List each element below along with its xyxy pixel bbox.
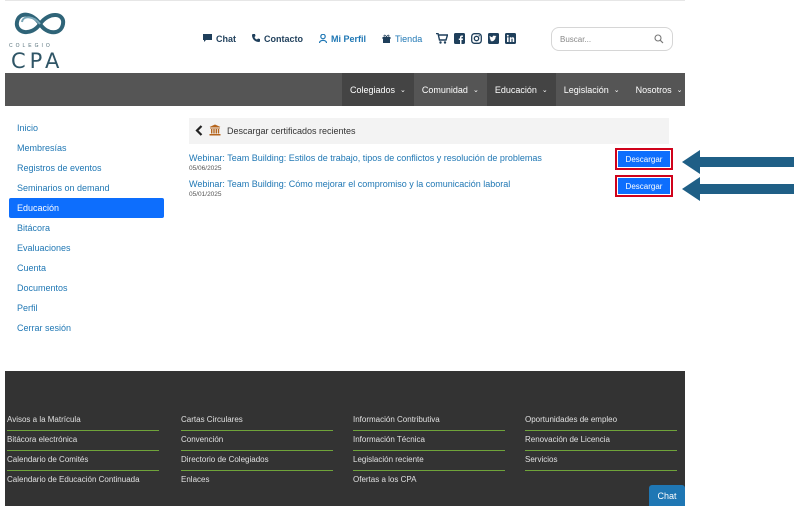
footer-link[interactable]: Legislación reciente (353, 451, 505, 471)
certificate-title-link[interactable]: Webinar: Team Building: Cómo mejorar el … (189, 179, 510, 189)
download-button[interactable]: Descargar (618, 178, 670, 194)
certificates-panel: Descargar certificados recientes Webinar… (189, 118, 673, 202)
cart-icon[interactable] (436, 32, 449, 46)
search-box (551, 27, 673, 51)
arrow-left-icon (682, 177, 794, 201)
download-button-highlight: Descargar (615, 148, 673, 170)
footer-link[interactable]: Avisos a la Matrícula (7, 411, 159, 431)
sidebar: Inicio Membresías Registros de eventos S… (9, 118, 164, 338)
arrow-left-icon (682, 150, 794, 174)
nav-nosotros[interactable]: Nosotros ⌄ (628, 73, 691, 106)
footer-link[interactable]: Cartas Circulares (181, 411, 333, 431)
sidebar-item-cerrar-sesion[interactable]: Cerrar sesión (9, 318, 164, 338)
footer-column: Cartas Circulares Convención Directorio … (181, 411, 333, 491)
sidebar-item-documentos[interactable]: Documentos (9, 278, 164, 298)
logo-infinity-icon (14, 12, 66, 35)
footer-link[interactable]: Ofertas a los CPA (353, 471, 505, 491)
footer-link[interactable]: Información Técnica (353, 431, 505, 451)
phone-icon (252, 34, 260, 44)
footer-link[interactable]: Convención (181, 431, 333, 451)
contacto-link-label: Contacto (264, 34, 303, 44)
instagram-icon[interactable] (471, 32, 483, 46)
mi-perfil-link[interactable]: Mi Perfil (318, 33, 367, 45)
footer-link[interactable]: Enlaces (181, 471, 333, 491)
chat-bubble-icon (203, 34, 212, 44)
sidebar-item-inicio[interactable]: Inicio (9, 118, 164, 138)
nav-colegiados-label: Colegiados (350, 84, 396, 95)
download-button[interactable]: Descargar (618, 151, 670, 167)
search-input[interactable] (560, 33, 650, 46)
footer-link[interactable]: Información Contributiva (353, 411, 505, 431)
user-icon (318, 33, 328, 45)
footer-link[interactable]: Bitácora electrónica (7, 431, 159, 451)
nav-nosotros-label: Nosotros (635, 84, 672, 95)
nav-legislacion-label: Legislación (563, 84, 609, 95)
page: COLEGIO CPA Chat Contacto Mi Perfil Tien… (5, 0, 685, 506)
chevron-down-icon: ⌄ (541, 86, 548, 94)
institution-icon (209, 124, 221, 138)
certificate-title-link[interactable]: Webinar: Team Building: Estilos de traba… (189, 153, 542, 163)
chat-link-label: Chat (216, 34, 236, 44)
footer-column: Avisos a la Matrícula Bitácora electróni… (7, 411, 159, 491)
contacto-link[interactable]: Contacto (252, 34, 303, 44)
nav-educacion-label: Educación (494, 84, 537, 95)
logo-title: CPA (11, 49, 64, 73)
sidebar-item-seminarios-on-demand[interactable]: Seminarios on demand (9, 178, 164, 198)
nav-legislacion[interactable]: Legislación ⌄ (556, 73, 628, 106)
back-chevron-icon[interactable] (195, 123, 203, 139)
footer-column: Información Contributiva Información Téc… (353, 411, 505, 491)
sidebar-item-perfil[interactable]: Perfil (9, 298, 164, 318)
social-links (436, 32, 522, 46)
sidebar-item-evaluaciones[interactable]: Evaluaciones (9, 238, 164, 258)
list-item: Webinar: Team Building: Estilos de traba… (189, 148, 673, 176)
sidebar-item-registros-de-eventos[interactable]: Registros de eventos (9, 158, 164, 178)
sidebar-item-membresias[interactable]: Membresías (9, 138, 164, 158)
list-item: Webinar: Team Building: Cómo mejorar el … (189, 175, 673, 202)
footer-link[interactable]: Renovación de Licencia (525, 431, 677, 451)
chevron-down-icon: ⌄ (400, 86, 406, 94)
chat-widget-button[interactable]: Chat (649, 485, 685, 506)
footer-link[interactable]: Calendario de Comités (7, 451, 159, 471)
tienda-link[interactable]: Tienda (382, 34, 422, 45)
footer: Avisos a la Matrícula Bitácora electróni… (5, 371, 685, 506)
panel-header: Descargar certificados recientes (189, 118, 669, 144)
footer-link[interactable]: Directorio de Colegiados (181, 451, 333, 471)
header: COLEGIO CPA Chat Contacto Mi Perfil Tien… (5, 0, 685, 73)
nav-educacion[interactable]: Educación ⌄ (486, 73, 556, 106)
chevron-down-icon: ⌄ (613, 86, 620, 94)
download-button-highlight: Descargar (615, 175, 673, 197)
twitter-icon[interactable] (488, 32, 500, 46)
footer-link[interactable]: Servicios (525, 451, 677, 471)
nav-comunidad-label: Comunidad (421, 84, 468, 95)
sidebar-item-bitacora[interactable]: Bitácora (9, 218, 164, 238)
nav-comunidad[interactable]: Comunidad ⌄ (414, 73, 487, 106)
sidebar-item-cuenta[interactable]: Cuenta (9, 258, 164, 278)
certificate-date: 05/01/2025 (189, 191, 222, 198)
chevron-down-icon: ⌄ (676, 86, 683, 94)
footer-link[interactable]: Calendario de Educación Continuada (7, 471, 159, 491)
search-icon[interactable] (654, 34, 664, 46)
sidebar-item-educacion[interactable]: Educación (9, 198, 164, 218)
mi-perfil-link-label: Mi Perfil (331, 34, 367, 44)
footer-link[interactable]: Oportunidades de empleo (525, 411, 677, 431)
chevron-down-icon: ⌄ (472, 86, 479, 94)
tienda-link-label: Tienda (395, 34, 423, 44)
main-nav: Colegiados ⌄ Comunidad ⌄ Educación ⌄ Leg… (5, 73, 685, 106)
facebook-icon[interactable] (454, 32, 466, 46)
footer-column: Oportunidades de empleo Renovación de Li… (525, 411, 677, 471)
nav-colegiados[interactable]: Colegiados ⌄ (342, 73, 414, 106)
chat-link[interactable]: Chat (203, 34, 236, 44)
logo[interactable]: COLEGIO CPA (9, 7, 71, 73)
top-nav: Chat Contacto Mi Perfil Tienda (203, 31, 522, 47)
panel-title: Descargar certificados recientes (227, 126, 356, 136)
linkedin-icon[interactable] (505, 32, 517, 46)
certificate-date: 05/06/2025 (189, 165, 222, 172)
gift-icon (382, 34, 391, 45)
